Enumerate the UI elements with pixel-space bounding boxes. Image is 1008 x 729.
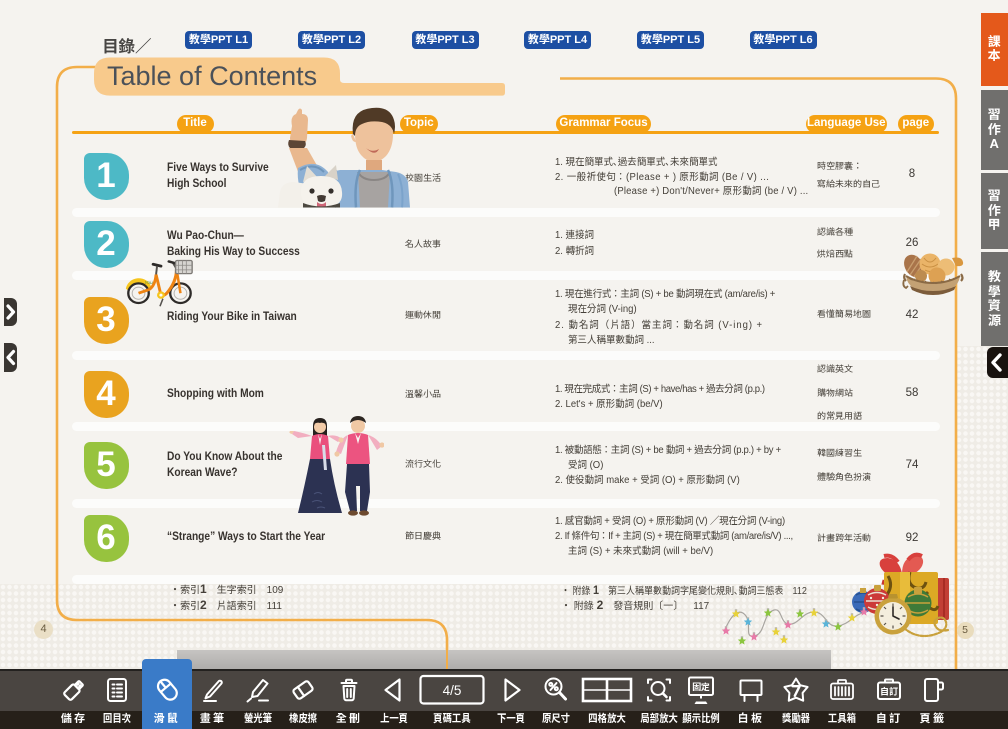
svg-text:4/5: 4/5 (443, 683, 462, 698)
svg-text:自訂: 自訂 (880, 685, 899, 698)
svg-text:固定: 固定 (692, 680, 711, 693)
svg-text:You: You (144, 280, 153, 286)
